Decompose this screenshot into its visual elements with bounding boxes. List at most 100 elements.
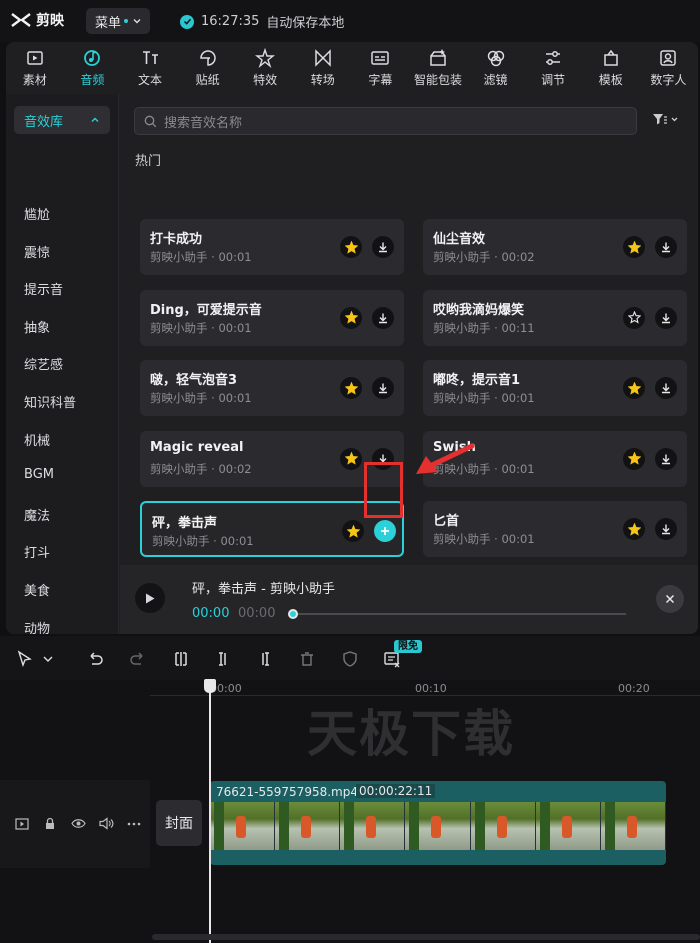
sound-card[interactable]: 打卡成功 剪映小助手 · 00:01	[140, 219, 404, 275]
audio-icon	[84, 50, 101, 66]
tab-sticker[interactable]: 贴纸	[179, 42, 237, 94]
sidebar-item[interactable]: 打斗	[24, 542, 50, 561]
tab-media[interactable]: 素材	[6, 42, 64, 94]
download-button[interactable]	[372, 306, 394, 329]
free-badge: 限免	[394, 640, 422, 653]
video-track-icon[interactable]	[15, 818, 29, 830]
progress-knob[interactable]	[288, 609, 298, 619]
plus-icon	[381, 527, 389, 535]
sound-card[interactable]: 啵，轻气泡音3 剪映小助手 · 00:01	[140, 360, 404, 416]
lock-icon[interactable]	[44, 817, 56, 830]
filter-button[interactable]	[652, 112, 679, 126]
sound-card[interactable]: 匕首 剪映小助手 · 00:01	[423, 501, 687, 557]
download-button[interactable]	[655, 377, 677, 399]
sidebar-item[interactable]: 综艺感	[24, 354, 63, 373]
download-icon	[662, 383, 670, 394]
star-icon	[344, 452, 358, 465]
favorite-button[interactable]	[340, 377, 362, 399]
tab-audio[interactable]: 音频	[64, 42, 122, 94]
cover-button[interactable]: 封面	[156, 800, 202, 846]
close-player-button[interactable]	[656, 585, 684, 613]
sound-card[interactable]: 仙尘音效 剪映小助手 · 00:02	[423, 219, 687, 275]
sidebar-active-label: 音效库	[24, 114, 64, 130]
eye-icon[interactable]	[71, 818, 86, 829]
star-icon	[346, 524, 360, 538]
sidebar-item[interactable]: 知识科普	[24, 392, 76, 411]
sidebar-item[interactable]: 震惊	[24, 242, 50, 261]
capcut-logo-icon	[11, 13, 31, 27]
smart-pack-icon	[430, 49, 446, 66]
sidebar-item[interactable]: 美食	[24, 580, 50, 599]
title-bar: 剪映 菜单 16:27:35 自动保存本地	[0, 0, 700, 42]
tab-label: 模板	[598, 73, 623, 87]
download-button[interactable]	[655, 236, 677, 258]
sidebar-item[interactable]: 魔法	[24, 505, 50, 524]
sidebar-item[interactable]: 动物	[24, 618, 50, 634]
playhead[interactable]	[209, 680, 211, 943]
sound-title: 匕首	[433, 514, 460, 529]
favorite-button[interactable]	[342, 520, 364, 542]
video-clip[interactable]: 76621-559757958.mp4 00:00:22:11	[210, 781, 666, 865]
trim-left-icon[interactable]	[214, 650, 232, 668]
search-input[interactable]: 搜索音效名称	[134, 107, 637, 135]
menu-button[interactable]: 菜单	[86, 8, 150, 34]
select-cursor-icon[interactable]	[16, 650, 34, 668]
download-button[interactable]	[655, 447, 677, 470]
tab-adjust[interactable]: 调节	[524, 42, 582, 94]
annotation-arrow-icon	[416, 443, 475, 474]
tab-template[interactable]: 模板	[582, 42, 640, 94]
tab-label: 转场	[310, 73, 335, 87]
download-button[interactable]	[655, 518, 677, 540]
trim-right-icon[interactable]	[256, 650, 274, 668]
add-to-track-button[interactable]	[374, 520, 396, 542]
favorite-button[interactable]	[623, 518, 645, 540]
favorite-button[interactable]	[623, 236, 645, 258]
delete-icon[interactable]	[298, 650, 316, 668]
play-button[interactable]	[135, 583, 165, 613]
tab-label: 特效	[253, 73, 278, 87]
favorite-button[interactable]	[340, 447, 362, 470]
autosave-status: 16:27:35 自动保存本地	[180, 12, 344, 31]
redo-icon[interactable]	[129, 650, 147, 668]
sidebar-item[interactable]: 机械	[24, 430, 50, 449]
chevron-down-icon[interactable]	[42, 650, 54, 668]
tab-filter[interactable]: 滤镜	[467, 42, 525, 94]
undo-icon[interactable]	[86, 650, 104, 668]
sound-meta: 剪映小助手 · 00:01	[150, 320, 252, 335]
download-button[interactable]	[372, 236, 394, 258]
tab-smart-pack[interactable]: 智能包装	[409, 42, 467, 94]
split-icon[interactable]	[172, 650, 190, 668]
download-button[interactable]	[655, 306, 677, 329]
tab-transition[interactable]: 转场	[294, 42, 352, 94]
favorite-button[interactable]	[623, 377, 645, 399]
tab-effects[interactable]: 特效	[236, 42, 294, 94]
tab-subtitle[interactable]: 字幕	[352, 42, 410, 94]
favorite-button[interactable]	[340, 306, 362, 329]
sidebar-item-sound-library[interactable]: 音效库	[14, 106, 110, 134]
star-icon	[344, 381, 358, 395]
shield-icon[interactable]	[341, 650, 359, 668]
favorite-button[interactable]	[340, 236, 362, 258]
sidebar-item[interactable]: 抽象	[24, 317, 50, 336]
sidebar-item[interactable]: 提示音	[24, 279, 63, 298]
sound-card[interactable]: 嘟咚，提示音1 剪映小助手 · 00:01	[423, 360, 687, 416]
favorite-button[interactable]	[623, 306, 645, 329]
horizontal-scrollbar[interactable]	[152, 934, 700, 940]
favorite-button[interactable]	[623, 447, 645, 470]
tab-digital-human[interactable]: 数字人	[640, 42, 698, 94]
more-options-icon[interactable]	[127, 822, 141, 826]
sound-title: 嘟咚，提示音1	[433, 373, 521, 388]
sound-title: 砰，拳击声	[152, 516, 218, 531]
filter-icon	[653, 114, 667, 125]
download-button[interactable]	[372, 377, 394, 399]
volume-icon[interactable]	[99, 817, 114, 830]
sidebar-item[interactable]: BGM	[24, 467, 54, 482]
download-icon	[662, 242, 670, 253]
sidebar-item[interactable]: 尴尬	[24, 204, 50, 223]
clip-thumbnail	[600, 802, 666, 850]
sound-card[interactable]: Ding，可爱提示音 剪映小助手 · 00:01	[140, 289, 404, 346]
playhead-handle[interactable]	[204, 679, 216, 693]
sound-card[interactable]: 哎哟我滴妈爆笑 剪映小助手 · 00:11	[423, 289, 687, 346]
tab-text[interactable]: 文本	[121, 42, 179, 94]
progress-track[interactable]	[292, 613, 626, 615]
